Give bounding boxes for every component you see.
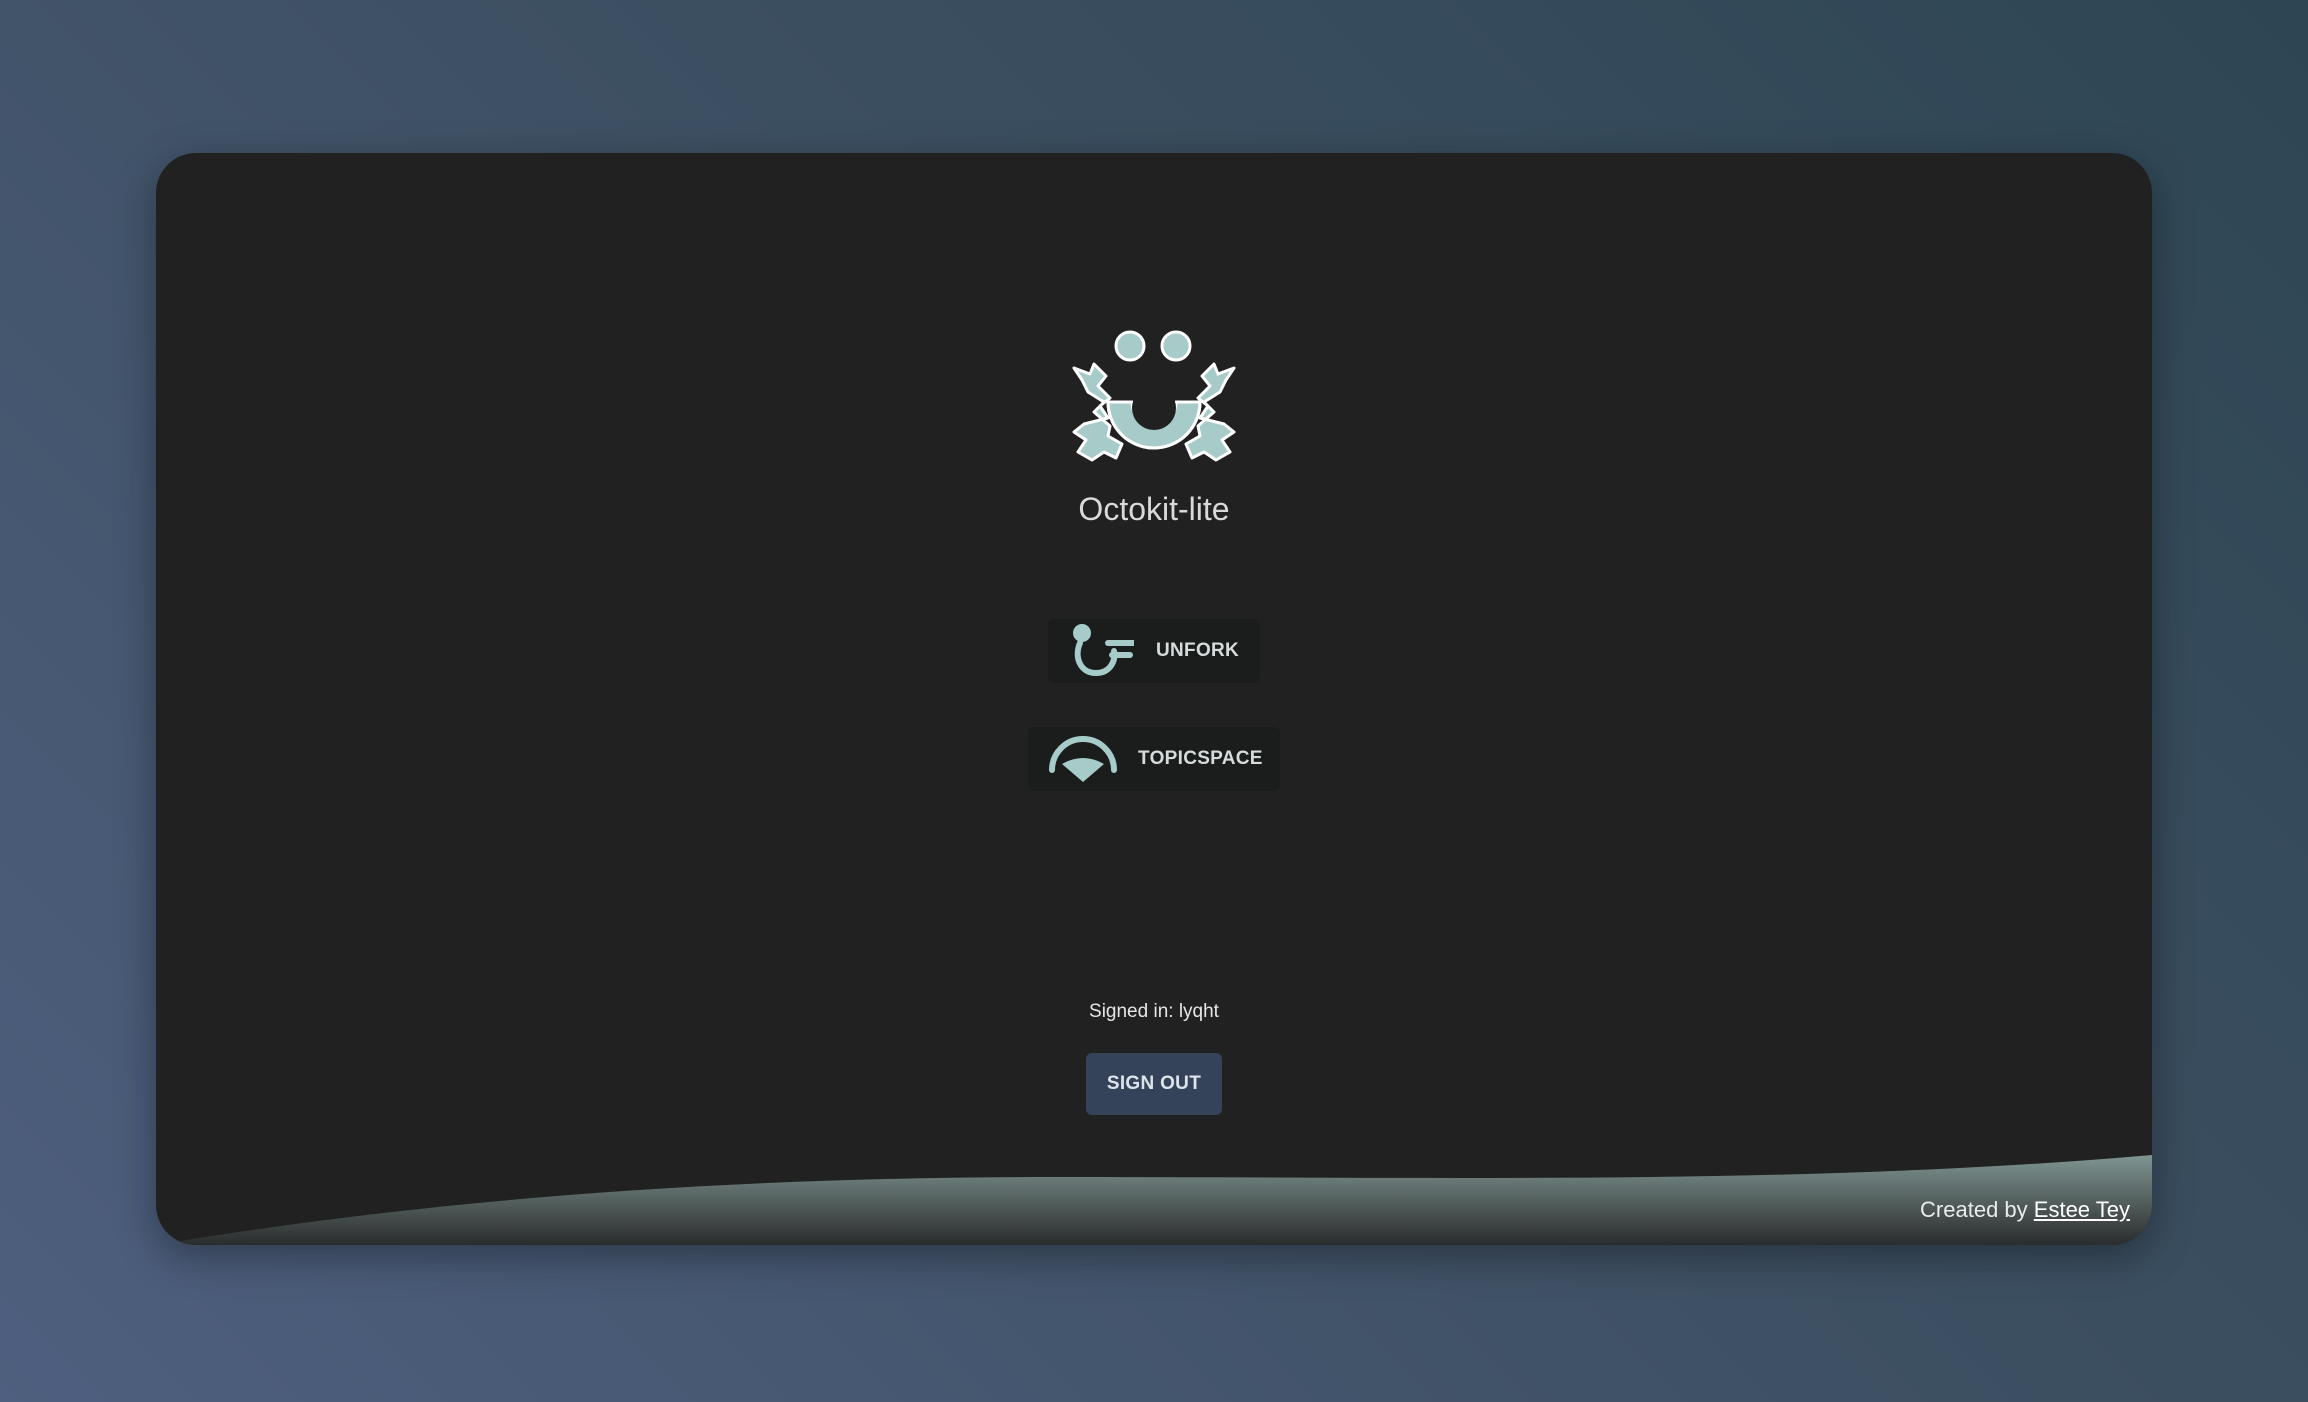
author-link[interactable]: Estee Tey [2034,1197,2130,1222]
octokit-logo-icon [1072,330,1236,462]
topicspace-label: TOPICSPACE [1138,748,1263,769]
footer-credit: Created by Estee Tey [1920,1197,2130,1223]
unfork-button[interactable]: UNFORK [1048,619,1260,683]
app-title: Octokit-lite [1078,491,1230,527]
signed-in-status: Signed in: lyqht [1089,1001,1219,1022]
topicspace-button[interactable]: TOPICSPACE [1028,727,1280,791]
footer-wave [156,1155,2152,1245]
main-card: Octokit-lite UNFORK TOPICSPACE Signed in… [156,153,2152,1245]
unfork-icon [1073,624,1134,677]
topicspace-icon [1049,736,1117,782]
footer-prefix: Created by [1920,1197,2028,1222]
sign-out-button[interactable]: SIGN OUT [1086,1053,1222,1115]
unfork-label: UNFORK [1156,640,1240,661]
